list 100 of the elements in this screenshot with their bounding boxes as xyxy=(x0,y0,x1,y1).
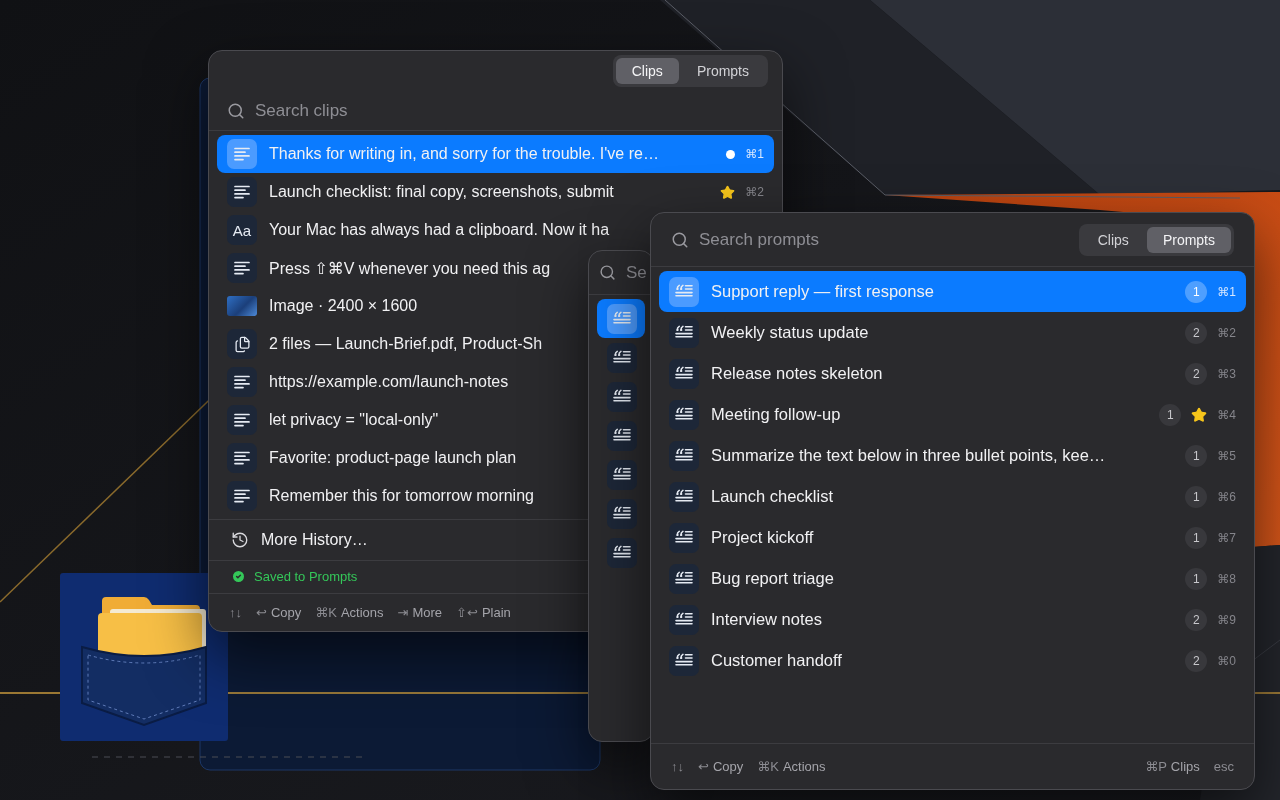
shortcut-label: ⌘1 xyxy=(745,147,764,161)
clip-row[interactable]: Launch checklist: final copy, screenshots, submit ⌘2 xyxy=(217,173,774,211)
hint-label: More xyxy=(412,605,443,620)
shortcut-label: ⌘9 xyxy=(1217,612,1236,627)
quote-icon xyxy=(669,645,699,676)
shortcut-label: ⌘7 xyxy=(1217,530,1236,545)
clip-text: Remember this for tomorrow morning xyxy=(269,487,534,505)
prompt-title: Weekly status update xyxy=(711,323,869,342)
clip-row[interactable]: 2 files — Launch-Brief.pdf, Product-Sh xyxy=(217,325,553,363)
tab[interactable]: Prompts xyxy=(1146,226,1231,253)
more-history-item[interactable]: More History… xyxy=(217,520,382,560)
search-icon xyxy=(227,101,245,120)
shortcut-label: ⌘5 xyxy=(1217,448,1236,463)
quote-icon xyxy=(607,381,637,412)
prompt-row[interactable]: Interview notes 2 ⌘9 xyxy=(659,599,1246,640)
count-badge: 1 xyxy=(1185,567,1208,590)
shortcut-label: ⌘2 xyxy=(1217,325,1236,340)
quote-icon xyxy=(669,604,699,635)
quote-icon xyxy=(607,498,637,529)
search-icon xyxy=(671,230,689,249)
shortcut-label: ⌘3 xyxy=(1217,366,1236,381)
prompt-row[interactable]: Support reply — first response 1 ⌘1 xyxy=(659,271,1246,312)
files-icon xyxy=(227,329,257,359)
quote-icon xyxy=(669,358,699,389)
hint-label: Actions xyxy=(340,605,384,620)
shortcut-key: ↩ xyxy=(256,605,267,620)
shortcut-label: ⌘4 xyxy=(1217,407,1236,422)
tab[interactable]: Prompts xyxy=(680,58,765,84)
quote-icon xyxy=(669,399,699,430)
clip-text: Image · 2400 × 1600 xyxy=(269,297,418,315)
clip-text: 2 files — Launch-Brief.pdf, Product-Sh xyxy=(269,335,543,353)
prompt-row[interactable]: Weekly status update 2 ⌘2 xyxy=(659,312,1246,353)
shortcut-key: ⌘K xyxy=(315,605,337,620)
prompt-row[interactable]: Meeting follow-up 1 ⌘4 xyxy=(659,394,1246,435)
prompt-title: Launch checklist xyxy=(711,487,833,506)
clip-row[interactable]: let privacy = "local-only" xyxy=(217,401,449,439)
quote-icon xyxy=(669,440,699,471)
prompt-row[interactable]: Release notes skeleton 2 ⌘3 xyxy=(659,353,1246,394)
shortcut-key: ↑↓ xyxy=(671,759,684,774)
clip-text: let privacy = "local-only" xyxy=(269,411,439,429)
prompt-row[interactable]: Customer handoff 2 ⌘0 xyxy=(659,640,1246,681)
tab[interactable]: Clips xyxy=(615,58,679,84)
status-text: Saved to Prompts xyxy=(254,568,358,584)
hint-label: Plain xyxy=(481,605,511,620)
count-badge: 1 xyxy=(1185,485,1208,508)
search-field[interactable]: Se xyxy=(626,262,650,283)
shortcut-label: ⌘2 xyxy=(745,185,764,199)
clip-row[interactable]: https://example.com/launch-notes xyxy=(217,363,519,401)
clip-text: https://example.com/launch-notes xyxy=(269,373,509,391)
quote-icon xyxy=(669,276,699,307)
shortcut-key: esc xyxy=(1213,759,1234,774)
prompt-title: Customer handoff xyxy=(711,651,842,670)
prompt-row[interactable]: Bug report triage 1 ⌘8 xyxy=(659,558,1246,599)
text-lines-icon xyxy=(227,367,257,397)
count-badge: 1 xyxy=(1185,526,1208,549)
quote-icon xyxy=(669,317,699,348)
search-field[interactable]: Search prompts xyxy=(699,229,1069,250)
shortcut-key: ⇥ xyxy=(397,605,409,620)
clip-row[interactable]: Press ⇧⌘V whenever you need this ag xyxy=(217,249,561,287)
prompt-row[interactable]: Launch checklist 1 ⌘6 xyxy=(659,476,1246,517)
prompt-row[interactable] xyxy=(597,299,645,338)
shortcut-key: ↑↓ xyxy=(229,605,242,620)
quote-icon xyxy=(669,522,699,553)
prompt-row[interactable]: Summarize the text below in three bullet points, kee… 1 ⌘5 xyxy=(659,435,1246,476)
tab[interactable]: Clips xyxy=(1081,226,1145,253)
check-icon xyxy=(231,568,246,584)
prompt-title: Release notes skeleton xyxy=(711,364,883,383)
shortcut-label: ⌘0 xyxy=(1217,653,1236,668)
clip-text: Press ⇧⌘V whenever you need this ag xyxy=(269,258,551,278)
quote-icon xyxy=(669,563,699,594)
clip-row[interactable]: Remember this for tomorrow morning xyxy=(217,477,544,515)
prompt-title: Summarize the text below in three bullet points, kee… xyxy=(711,446,1106,465)
search-field[interactable]: Search clips xyxy=(255,100,764,121)
shortcut-label: ⌘8 xyxy=(1217,571,1236,586)
quote-icon xyxy=(607,420,637,451)
hint-label: Copy xyxy=(270,605,302,620)
quote-icon xyxy=(669,481,699,512)
count-badge: 2 xyxy=(1185,321,1208,344)
prompt-title: Support reply — first response xyxy=(711,282,934,301)
hint-label: Clips xyxy=(1170,759,1200,774)
history-icon xyxy=(231,531,249,549)
prompt-title: Bug report triage xyxy=(711,569,834,588)
shortcut-key: ⇧↩ xyxy=(456,605,478,620)
clip-row[interactable]: Favorite: product-page launch plan xyxy=(217,439,527,477)
prompt-row[interactable]: Project kickoff 1 ⌘7 xyxy=(659,517,1246,558)
clip-row[interactable]: Aa Your Mac has always had a clipboard. Now it ha xyxy=(217,211,620,249)
count-badge: 2 xyxy=(1185,649,1208,672)
clip-row[interactable]: Image · 2400 × 1600 xyxy=(217,287,428,325)
search-icon xyxy=(599,264,616,281)
text-lines-icon xyxy=(227,253,257,283)
font-icon: Aa xyxy=(227,215,257,245)
count-badge: 2 xyxy=(1185,362,1208,385)
clip-text: Your Mac has always had a clipboard. Now it ha xyxy=(269,221,610,239)
prompt-title: Meeting follow-up xyxy=(711,405,841,424)
clip-row[interactable]: Thanks for writing in, and sorry for the trouble. I've re… ⌘1 xyxy=(217,135,774,173)
text-lines-icon xyxy=(227,481,257,511)
shortcut-label: ⌘1 xyxy=(1217,284,1236,299)
clip-text: Launch checklist: final copy, screenshots, submit xyxy=(269,183,614,201)
shortcut-label: ⌘6 xyxy=(1217,489,1236,504)
clip-text: Thanks for writing in, and sorry for the trouble. I've re… xyxy=(269,145,659,163)
